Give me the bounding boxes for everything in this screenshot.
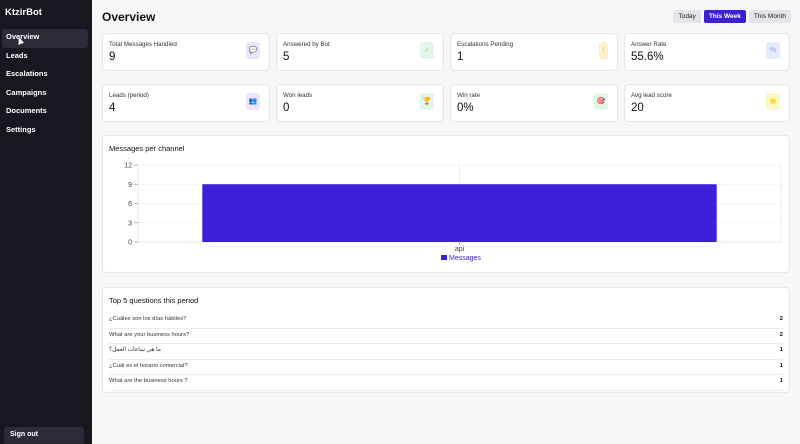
y-tick-label: 0 [128, 240, 132, 247]
y-tick-label: 9 [128, 182, 132, 189]
list-item: ¿Cuál es el horario comercial? 1 [109, 360, 783, 375]
main-content: Overview Today This Week This Month Tota… [92, 0, 800, 444]
percent-icon: % [766, 42, 780, 59]
stat-value: 0% [457, 102, 474, 114]
question-count: 1 [779, 362, 783, 369]
list-item: What are the business hours ? 1 [109, 375, 783, 391]
question-text: What are the business hours ? [109, 378, 188, 384]
sidebar-item-campaigns[interactable]: Campaigns [2, 85, 88, 104]
question-count: 1 [779, 378, 783, 384]
list-item: What are your business hours? 2 [109, 329, 783, 344]
sidebar: KtzirBot Overview Leads Escalations Camp… [0, 0, 92, 444]
trophy-icon: 🏆 [420, 93, 434, 110]
stat-label: Leads (period) [109, 92, 149, 99]
stat-value: 20 [631, 102, 644, 114]
stat-card-answer-rate: Answer Rate 55.6% % [624, 33, 790, 71]
question-text: What are your business hours? [109, 331, 190, 338]
page-title: Overview [102, 10, 156, 24]
sidebar-item-documents[interactable]: Documents [2, 103, 88, 122]
top-questions-title: Top 5 questions this period [109, 296, 199, 305]
range-selector: Today This Week This Month [673, 10, 791, 23]
list-item: ما هي ساعات العمل؟ 1 [109, 344, 783, 360]
range-today-button[interactable]: Today [673, 10, 701, 23]
stat-value: 55.6% [631, 51, 664, 63]
range-this-week-button[interactable]: This Week [703, 10, 746, 23]
questions-list: ¿Cuáles son los días hábiles? 2 What are… [109, 313, 783, 391]
stat-card-total-messages: Total Messages Handled 9 💬 [102, 33, 270, 71]
legend-label: Messages [449, 255, 481, 262]
stat-value: 5 [283, 51, 290, 63]
stat-value: 4 [109, 102, 116, 114]
stat-card-answered-by-bot: Answered by Bot 5 ✓ [276, 33, 444, 71]
stat-label: Won leads [283, 92, 313, 99]
stat-card-win-rate: Win rate 0% 🎯 [450, 84, 618, 122]
stat-value: 0 [283, 102, 290, 114]
sidebar-item-escalations[interactable]: Escalations [2, 66, 88, 85]
bar-chart: 0 3 6 9 12 api Messages [124, 163, 782, 262]
range-this-month-button[interactable]: This Month [748, 10, 791, 23]
stat-label: Answered by Bot [283, 41, 330, 48]
alert-icon: ! [599, 42, 608, 59]
y-tick-label: 12 [124, 163, 132, 170]
stat-label: Win rate [457, 92, 481, 99]
stat-label: Total Messages Handled [109, 41, 177, 48]
stat-label: Escalations Pending [457, 41, 514, 48]
question-count: 2 [779, 316, 783, 322]
star-icon: ⭐ [766, 93, 780, 110]
stat-card-leads: Leads (period) 4 👥 [102, 84, 270, 122]
question-text: ¿Cuál es el horario comercial? [109, 362, 188, 369]
x-tick-label: api [455, 246, 465, 253]
check-icon: ✓ [420, 42, 434, 59]
y-tick-label: 3 [128, 220, 132, 227]
stat-card-avg-lead-score: Avg lead score 20 ⭐ [624, 84, 790, 122]
people-icon: 👥 [246, 93, 260, 110]
sidebar-item-leads[interactable]: Leads [2, 48, 88, 67]
question-count: 1 [779, 347, 783, 353]
stat-label: Avg lead score [631, 92, 672, 99]
y-tick-label: 6 [128, 201, 132, 208]
sidebar-item-overview[interactable]: Overview [2, 29, 88, 48]
question-text: ما هي ساعات العمل؟ [109, 347, 161, 353]
chart-card-messages-per-channel: Messages per channel 0 3 6 9 12 api Messages [102, 135, 790, 273]
sidebar-item-settings[interactable]: Settings [2, 122, 88, 141]
bar-api [202, 184, 717, 242]
list-item: ¿Cuáles son los días hábiles? 2 [109, 313, 783, 329]
stat-label: Answer Rate [631, 41, 667, 48]
legend-swatch [441, 255, 447, 260]
top-questions-card: Top 5 questions this period ¿Cuáles son … [102, 287, 790, 393]
stat-value: 1 [457, 51, 464, 63]
brand-logo: KtzirBot [5, 7, 42, 18]
stat-card-escalations-pending: Escalations Pending 1 ! [450, 33, 618, 71]
chat-icon: 💬 [246, 42, 260, 59]
question-text: ¿Cuáles son los días hábiles? [109, 316, 187, 322]
question-count: 2 [779, 331, 783, 338]
stat-value: 9 [109, 51, 116, 63]
sidebar-nav: Overview Leads Escalations Campaigns Doc… [2, 29, 88, 140]
stat-card-won-leads: Won leads 0 🏆 [276, 84, 444, 122]
target-icon: 🎯 [594, 93, 608, 110]
